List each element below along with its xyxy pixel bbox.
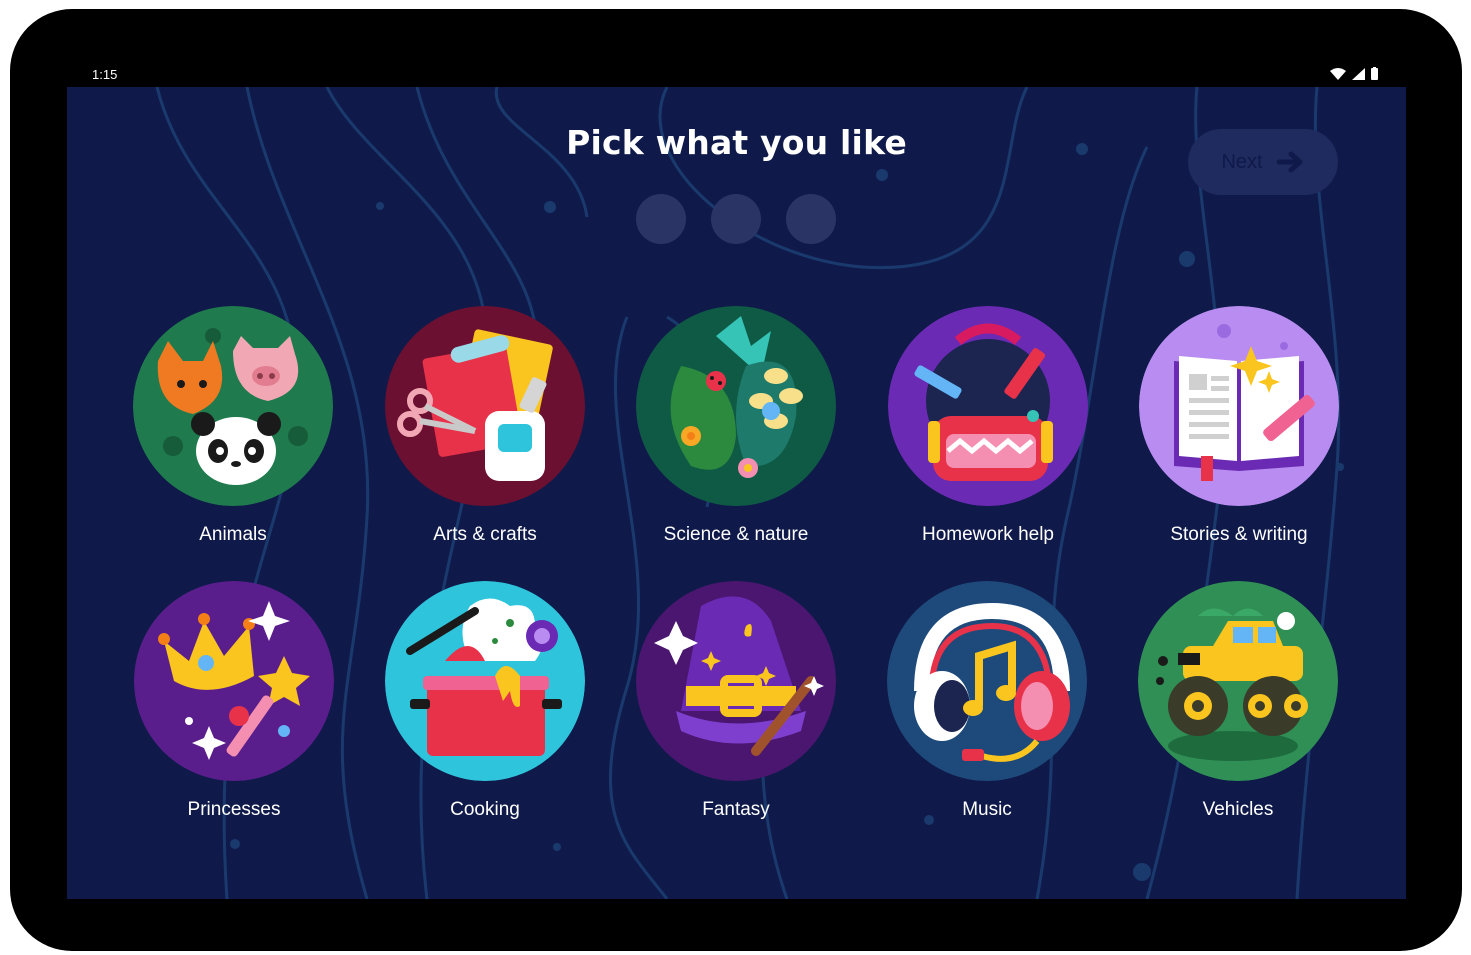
- next-button[interactable]: Next: [1188, 129, 1338, 195]
- animals-illustration-icon: [133, 306, 333, 506]
- topic-picker-screen: Pick what you like Next Animals Arts & c…: [67, 87, 1406, 899]
- selection-progress-dots: [636, 194, 836, 244]
- topic-science-nature[interactable]: Science & nature: [631, 306, 841, 546]
- status-time: 1:15: [92, 67, 118, 82]
- progress-dot: [636, 194, 686, 244]
- topic-label: Homework help: [922, 524, 1054, 545]
- wizard-hat-illustration-icon: [636, 581, 836, 781]
- arrow-right-icon: [1276, 151, 1303, 173]
- topic-music[interactable]: Music: [882, 581, 1092, 821]
- arts-crafts-illustration-icon: [385, 306, 585, 506]
- stories-book-illustration-icon: [1139, 306, 1339, 506]
- wifi-icon: [1330, 67, 1346, 80]
- progress-dot: [711, 194, 761, 244]
- topic-label: Science & nature: [663, 524, 809, 545]
- topic-cooking[interactable]: Cooking: [380, 581, 590, 821]
- topic-label: Fantasy: [702, 799, 770, 820]
- topic-stories-writing[interactable]: Stories & writing: [1134, 306, 1344, 546]
- topic-label: Princesses: [187, 799, 281, 820]
- topic-label: Cooking: [450, 799, 520, 820]
- homework-backpack-illustration-icon: [888, 306, 1088, 506]
- topic-label: Stories & writing: [1170, 524, 1308, 545]
- battery-icon: [1371, 67, 1378, 80]
- topic-homework-help[interactable]: Homework help: [883, 306, 1093, 546]
- cell-signal-icon: [1352, 67, 1365, 80]
- princess-crown-illustration-icon: [134, 581, 334, 781]
- topic-vehicles[interactable]: Vehicles: [1133, 581, 1343, 821]
- topic-fantasy[interactable]: Fantasy: [631, 581, 841, 821]
- topic-label: Animals: [199, 524, 267, 545]
- topic-animals[interactable]: Animals: [128, 306, 338, 546]
- headphones-illustration-icon: [887, 581, 1087, 781]
- cooking-pot-illustration-icon: [385, 581, 585, 781]
- progress-dot: [786, 194, 836, 244]
- topic-label: Music: [962, 799, 1012, 820]
- topic-arts-crafts[interactable]: Arts & crafts: [380, 306, 590, 546]
- status-icons: [1330, 67, 1378, 80]
- monster-truck-illustration-icon: [1138, 581, 1338, 781]
- topic-label: Vehicles: [1202, 799, 1274, 820]
- topic-princesses[interactable]: Princesses: [129, 581, 339, 821]
- next-button-label: Next: [1221, 150, 1263, 173]
- status-bar: 1:15: [67, 60, 1406, 88]
- topic-label: Arts & crafts: [433, 524, 537, 545]
- science-nature-illustration-icon: [636, 306, 836, 506]
